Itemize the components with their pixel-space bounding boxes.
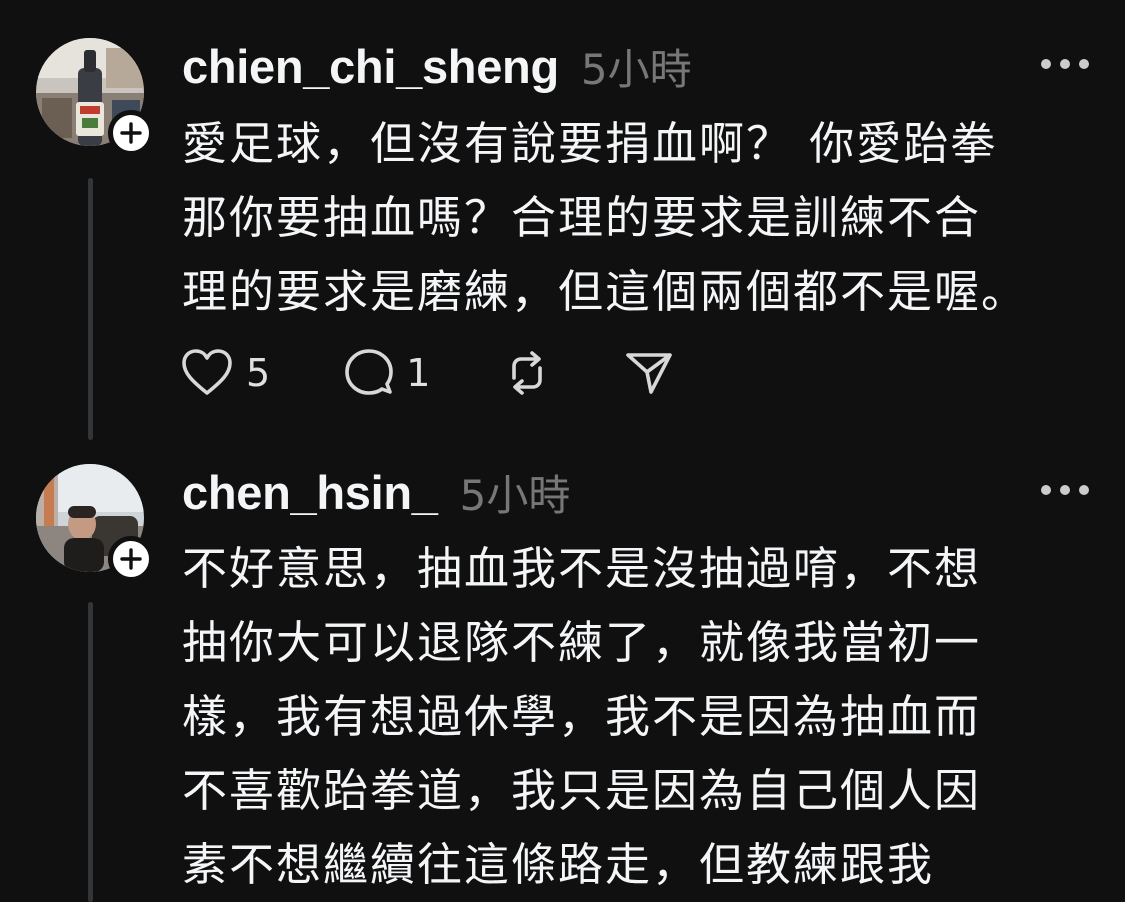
post-body: 愛足球，但沒有說要捐血啊？ 你愛跆拳 那你要抽血嗎？合理的要求是訓練不合 理的要…: [182, 117, 1029, 318]
more-dot: [1060, 59, 1070, 69]
send-icon: [626, 353, 673, 394]
like-count: 5: [246, 351, 271, 395]
plus-icon: [120, 122, 142, 144]
more-dot: [1060, 485, 1070, 495]
thread-post: chen_hsin_ 5小時 不好意思，抽血我不是沒抽過唷，不想 抽你大可以退隊…: [0, 450, 1125, 902]
plus-icon: [120, 548, 142, 570]
avatar-container: [36, 464, 154, 582]
thread-post: chien_chi_sheng 5小時 愛足球，但沒有說要捐血啊？ 你愛跆拳 那…: [0, 0, 1125, 450]
post-time: 5小時: [459, 470, 571, 520]
like-button[interactable]: 5: [180, 348, 270, 398]
avatar-container: [36, 38, 154, 156]
more-dot: [1079, 59, 1089, 69]
post-actions: 5 1: [180, 344, 734, 402]
more-horizontal-icon: [1041, 485, 1051, 495]
more-options-button[interactable]: [1041, 480, 1089, 500]
username[interactable]: chien_chi_sheng: [182, 39, 559, 94]
thread-connector-line: [88, 178, 93, 440]
heart-icon: [182, 349, 232, 395]
repost-button[interactable]: [502, 348, 552, 398]
more-dot: [1079, 485, 1089, 495]
reply-button[interactable]: 1: [344, 348, 430, 398]
post-header: chen_hsin_ 5小時: [182, 464, 570, 520]
follow-button[interactable]: [108, 536, 154, 582]
repost-icon: [512, 351, 543, 395]
comment-icon: [345, 349, 393, 395]
share-button[interactable]: [624, 348, 674, 398]
thread-connector-line: [88, 602, 93, 902]
follow-button[interactable]: [108, 110, 154, 156]
more-options-button[interactable]: [1041, 54, 1089, 74]
reply-count: 1: [406, 351, 431, 395]
more-horizontal-icon: [1041, 59, 1051, 69]
post-body: 不好意思，抽血我不是沒抽過唷，不想 抽你大可以退隊不練了，就像我當初一 樣，我有…: [182, 542, 982, 891]
post-time: 5小時: [580, 44, 692, 94]
post-header: chien_chi_sheng 5小時: [182, 38, 692, 94]
username[interactable]: chen_hsin_: [182, 465, 438, 520]
